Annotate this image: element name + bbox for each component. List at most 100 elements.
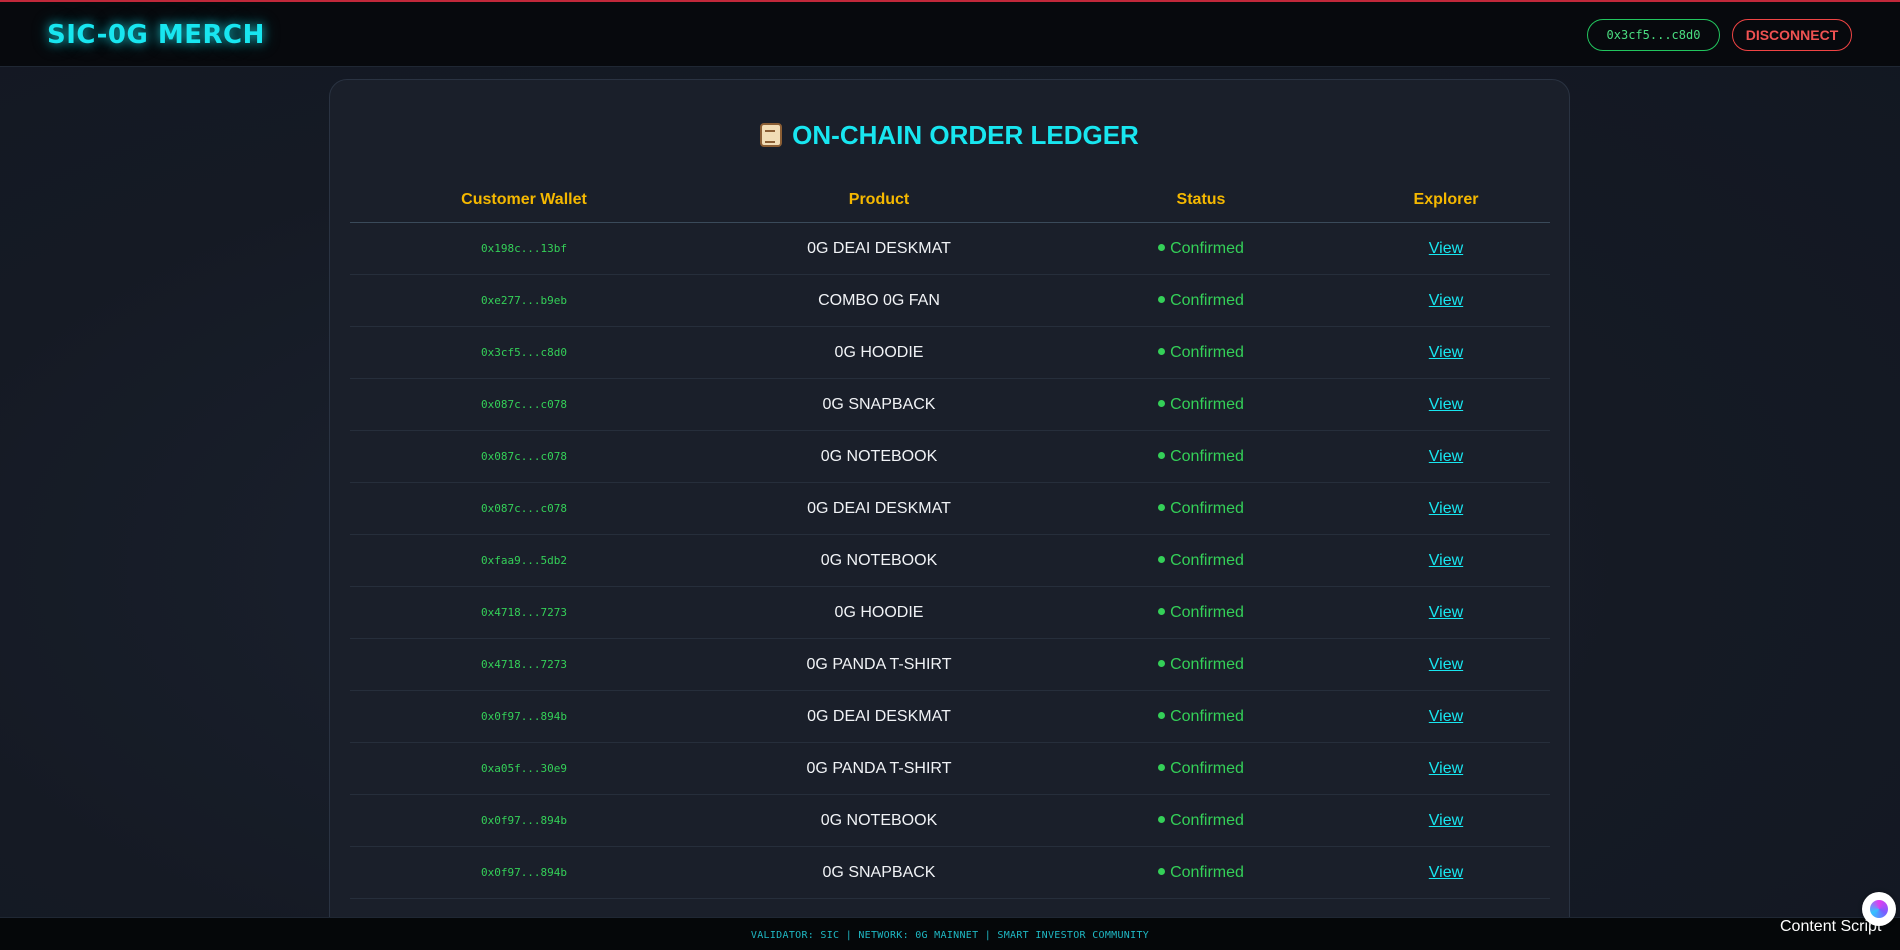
- view-explorer-link[interactable]: View: [1429, 448, 1463, 465]
- status-dot-icon: [1158, 815, 1166, 823]
- table-row: 0x087c...c078 0G NOTEBOOK Confirmed View: [350, 431, 1550, 483]
- top-bar: SIC-0G MERCH 0x3cf5...c8d0 DISCONNECT: [0, 2, 1900, 67]
- table-row: 0xe277...b9eb COMBO 0G FAN Confirmed View: [350, 275, 1550, 327]
- table-row: 0x0f97...894b 0G NOTEBOOK Confirmed View: [350, 795, 1550, 847]
- row-product: 0G HOODIE: [834, 603, 924, 621]
- view-explorer-link[interactable]: View: [1429, 760, 1463, 777]
- row-wallet: 0x0f97...894b: [480, 866, 568, 879]
- row-wallet: 0x0f97...894b: [480, 814, 568, 827]
- row-wallet: 0x087c...c078: [480, 450, 568, 463]
- row-explorer: View: [1342, 240, 1550, 258]
- row-status: Confirmed: [1060, 344, 1342, 362]
- row-status: Confirmed: [1060, 292, 1342, 310]
- row-status-text: Confirmed: [1170, 447, 1244, 465]
- footer-bar: VALIDATOR: SIC | NETWORK: 0G MAINNET | S…: [0, 917, 1900, 950]
- row-status: Confirmed: [1060, 864, 1342, 882]
- table-row: 0xa05f...30e9 0G PANDA T-SHIRT Confirmed Vi…: [350, 743, 1550, 795]
- status-dot-icon: [1158, 607, 1166, 615]
- column-header-explorer: Explorer: [1413, 191, 1479, 208]
- row-product: 0G PANDA T-SHIRT: [806, 655, 952, 673]
- row-wallet: 0x4718...7273: [480, 606, 568, 619]
- order-ledger-panel: ON-CHAIN ORDER LEDGER Customer Wallet Pr…: [329, 79, 1570, 950]
- status-dot-icon: [1158, 503, 1166, 511]
- row-status: Confirmed: [1060, 552, 1342, 570]
- view-explorer-link[interactable]: View: [1429, 396, 1463, 413]
- row-explorer: View: [1342, 448, 1550, 466]
- row-product: 0G NOTEBOOK: [820, 551, 938, 569]
- table-row: 0x0f97...894b 0G DEAI DESKMAT Confirmed Vie…: [350, 691, 1550, 743]
- row-product: 0G DEAI DESKMAT: [807, 707, 951, 725]
- row-status: Confirmed: [1060, 604, 1342, 622]
- status-dot-icon: [1158, 451, 1166, 459]
- scroll-icon: [760, 123, 783, 147]
- row-status-text: Confirmed: [1170, 811, 1244, 829]
- row-product: COMBO 0G FAN: [818, 291, 940, 309]
- row-wallet: 0x087c...c078: [480, 398, 568, 411]
- status-dot-icon: [1158, 243, 1166, 251]
- view-explorer-link[interactable]: View: [1429, 812, 1463, 829]
- row-status-text: Confirmed: [1170, 707, 1244, 725]
- column-header-product: Product: [848, 191, 910, 208]
- view-explorer-link[interactable]: View: [1429, 864, 1463, 881]
- row-wallet: 0x4718...7273: [480, 658, 568, 671]
- ledger-title-text: ON-CHAIN ORDER LEDGER: [792, 120, 1139, 150]
- view-explorer-link[interactable]: View: [1429, 292, 1463, 309]
- row-status: Confirmed: [1060, 708, 1342, 726]
- row-explorer: View: [1342, 500, 1550, 518]
- column-header-wallet: Customer Wallet: [461, 191, 587, 208]
- status-dot-icon: [1158, 867, 1166, 875]
- status-dot-icon: [1158, 555, 1166, 563]
- extension-icon[interactable]: [1862, 892, 1896, 926]
- view-explorer-link[interactable]: View: [1429, 500, 1463, 517]
- view-explorer-link[interactable]: View: [1429, 708, 1463, 725]
- view-explorer-link[interactable]: View: [1429, 240, 1463, 257]
- row-wallet: 0xe277...b9eb: [480, 294, 568, 307]
- row-wallet: 0x198c...13bf: [480, 242, 568, 255]
- row-status: Confirmed: [1060, 240, 1342, 258]
- table-row: 0x087c...c078 0G DEAI DESKMAT Confirmed Vie…: [350, 483, 1550, 535]
- row-explorer: View: [1342, 760, 1550, 778]
- row-product: 0G HOODIE: [834, 343, 924, 361]
- row-explorer: View: [1342, 812, 1550, 830]
- row-status-text: Confirmed: [1170, 863, 1244, 881]
- table-row: 0xfaa9...5db2 0G NOTEBOOK Confirmed View: [350, 535, 1550, 587]
- status-dot-icon: [1158, 763, 1166, 771]
- status-dot-icon: [1158, 295, 1166, 303]
- row-explorer: View: [1342, 864, 1550, 882]
- row-status-text: Confirmed: [1170, 551, 1244, 569]
- row-explorer: View: [1342, 656, 1550, 674]
- row-explorer: View: [1342, 396, 1550, 414]
- row-status: Confirmed: [1060, 500, 1342, 518]
- row-wallet: 0xfaa9...5db2: [480, 554, 568, 567]
- row-status: Confirmed: [1060, 448, 1342, 466]
- connected-wallet-badge[interactable]: 0x3cf5...c8d0: [1587, 19, 1720, 51]
- table-row: 0x4718...7273 0G PANDA T-SHIRT Confirmed Vi…: [350, 639, 1550, 691]
- ledger-title: ON-CHAIN ORDER LEDGER: [330, 120, 1569, 151]
- table-row: 0x087c...c078 0G SNAPBACK Confirmed View: [350, 379, 1550, 431]
- view-explorer-link[interactable]: View: [1429, 344, 1463, 361]
- row-status-text: Confirmed: [1170, 603, 1244, 621]
- row-status: Confirmed: [1060, 760, 1342, 778]
- disconnect-button[interactable]: DISCONNECT: [1732, 19, 1852, 51]
- table-row: 0x4718...7273 0G HOODIE Confirmed View: [350, 587, 1550, 639]
- row-product: 0G DEAI DESKMAT: [807, 499, 951, 517]
- status-dot-icon: [1158, 659, 1166, 667]
- row-explorer: View: [1342, 552, 1550, 570]
- row-status-text: Confirmed: [1170, 291, 1244, 309]
- row-status-text: Confirmed: [1170, 239, 1244, 257]
- row-product: 0G PANDA T-SHIRT: [806, 759, 952, 777]
- row-product: 0G SNAPBACK: [822, 863, 936, 881]
- status-dot-icon: [1158, 399, 1166, 407]
- status-dot-icon: [1158, 711, 1166, 719]
- row-wallet: 0xa05f...30e9: [480, 762, 568, 775]
- view-explorer-link[interactable]: View: [1429, 604, 1463, 621]
- view-explorer-link[interactable]: View: [1429, 552, 1463, 569]
- row-wallet: 0x087c...c078: [480, 502, 568, 515]
- row-wallet: 0x0f97...894b: [480, 710, 568, 723]
- brand-logo[interactable]: SIC-0G MERCH: [47, 20, 265, 50]
- row-product: 0G NOTEBOOK: [820, 447, 938, 465]
- footer-text: VALIDATOR: SIC | NETWORK: 0G MAINNET | S…: [750, 930, 1150, 941]
- status-dot-icon: [1158, 347, 1166, 355]
- row-status-text: Confirmed: [1170, 499, 1244, 517]
- view-explorer-link[interactable]: View: [1429, 656, 1463, 673]
